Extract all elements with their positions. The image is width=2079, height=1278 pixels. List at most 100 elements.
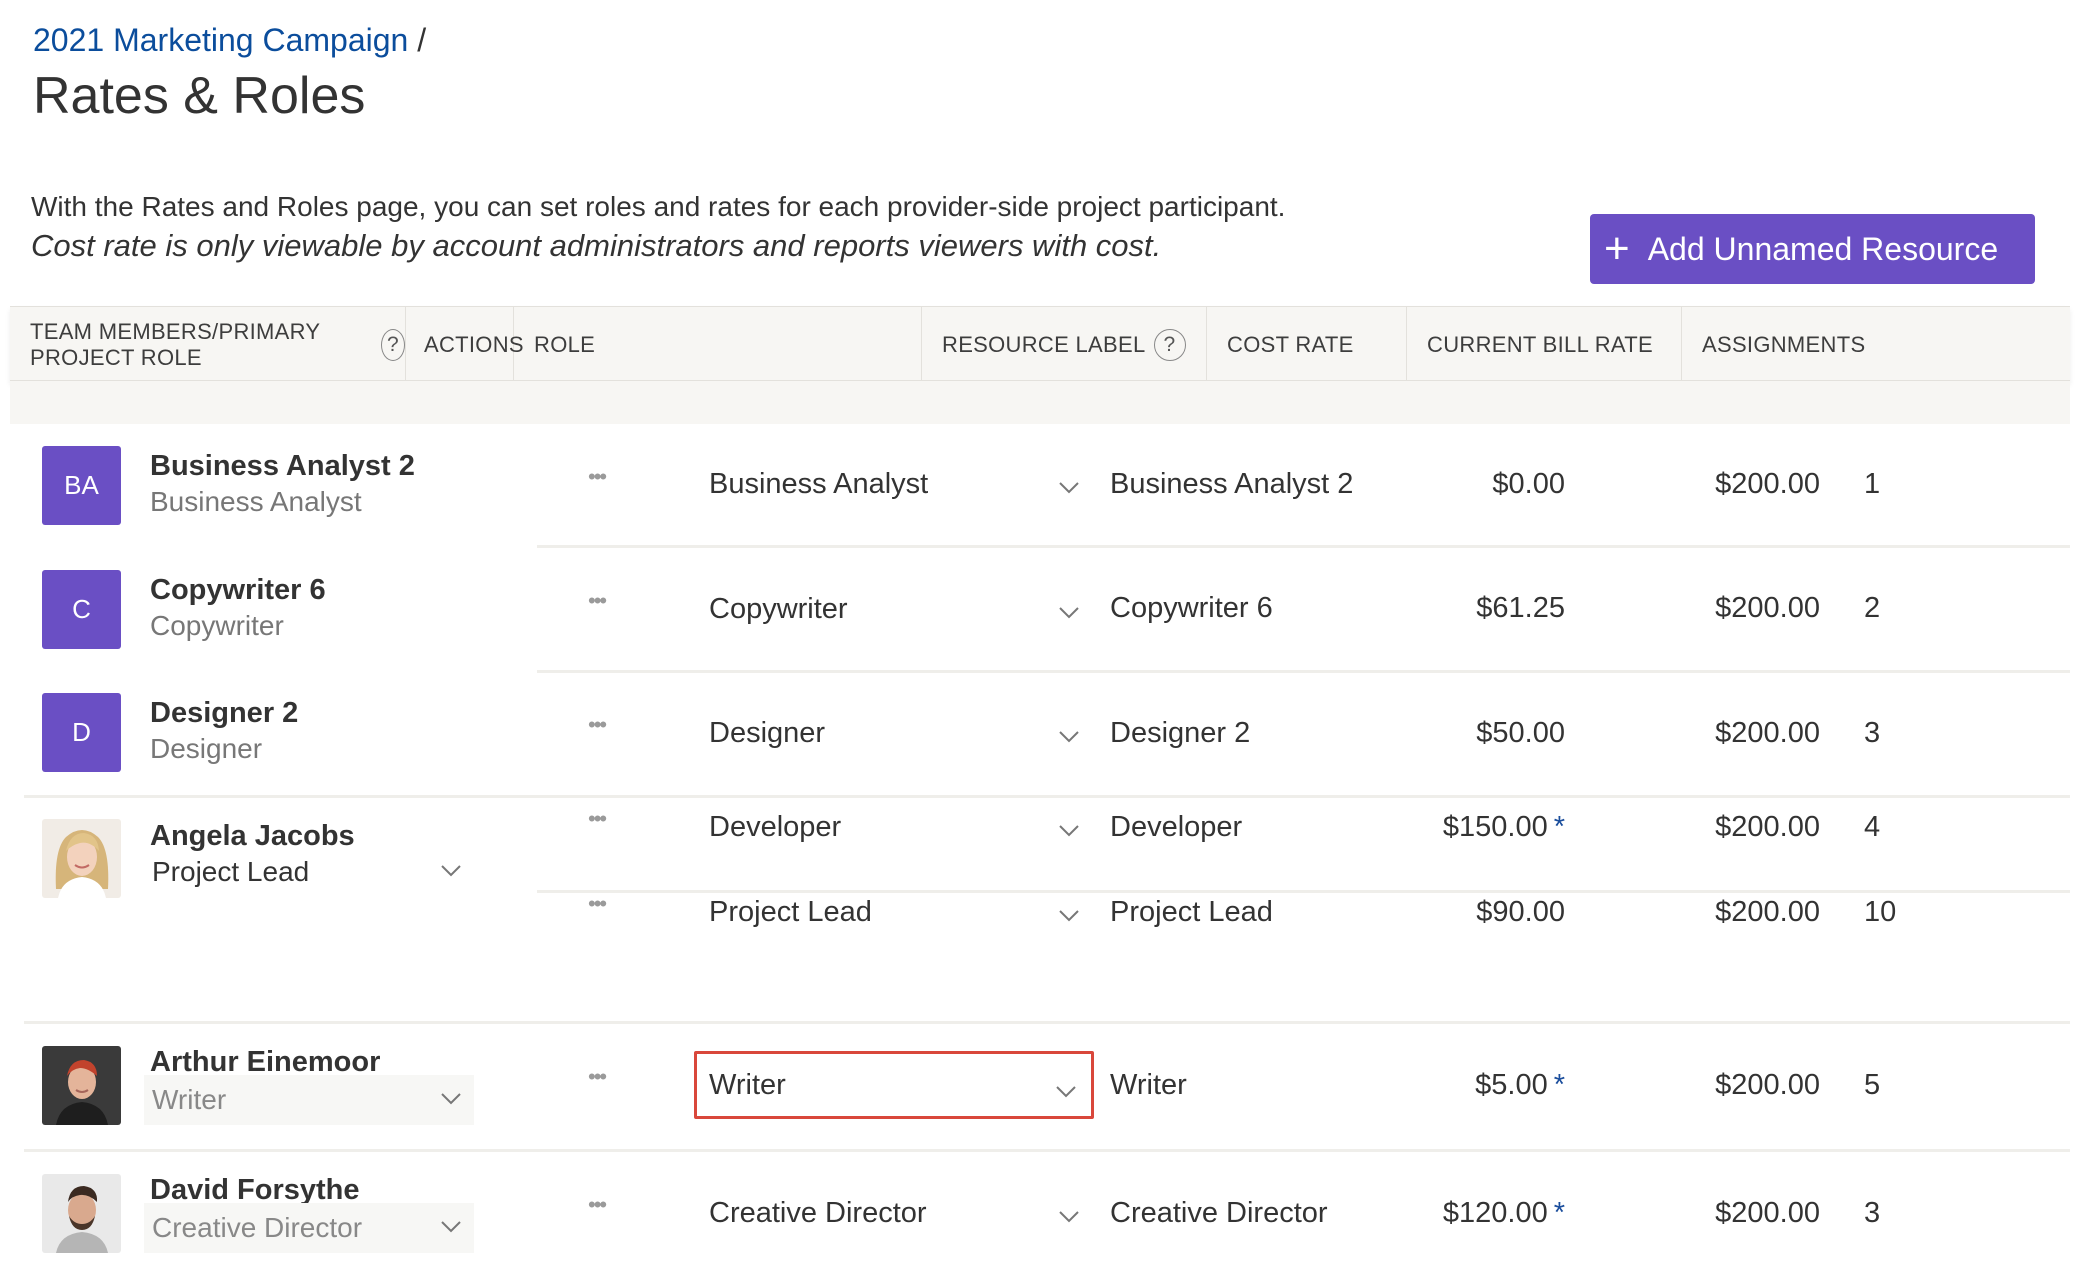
actions-menu-icon[interactable]: ••• — [588, 806, 607, 832]
chevron-down-icon — [1056, 1086, 1076, 1098]
avatar-photo-david — [42, 1174, 121, 1253]
assignments-count[interactable]: 2 — [1864, 592, 1880, 625]
cost-rate: $120.00 * — [1443, 1197, 1565, 1230]
column-team-members: TEAM MEMBERS/PRIMARY PROJECT ROLE ? — [10, 307, 406, 382]
actions-menu-icon[interactable]: ••• — [588, 588, 607, 614]
column-role-label: ROLE — [534, 331, 596, 357]
assignments-count[interactable]: 10 — [1864, 896, 1896, 929]
chevron-down-icon — [441, 1093, 461, 1105]
primary-role-value: Creative Director — [152, 1212, 363, 1243]
bill-rate: $200.00 — [1715, 811, 1820, 843]
cost-rate-value: $150.00 — [1442, 811, 1548, 843]
cost-rate: $50.00 — [1476, 717, 1565, 750]
role-select[interactable]: Designer — [694, 699, 1094, 767]
resource-label[interactable]: Project Lead — [1110, 896, 1273, 929]
primary-role-select[interactable]: Project Lead — [144, 847, 474, 897]
column-resource-label-label: RESOURCE LABEL — [942, 331, 1146, 357]
role-select-value: Developer — [709, 810, 842, 843]
resource-label[interactable]: Developer — [1110, 811, 1242, 844]
row-divider — [537, 545, 2070, 548]
assignments-count[interactable]: 1 — [1864, 468, 1880, 501]
cost-rate-value: $61.25 — [1476, 592, 1565, 624]
primary-role-select[interactable]: Writer — [144, 1075, 474, 1125]
member-primary-role: Designer — [150, 733, 263, 764]
member-primary-role: Copywriter — [150, 610, 284, 641]
member-primary-role: Business Analyst — [150, 486, 362, 517]
resource-label[interactable]: Business Analyst 2 — [1110, 468, 1353, 501]
primary-role-select[interactable]: Creative Director — [144, 1203, 474, 1253]
role-select[interactable]: Developer — [694, 793, 1094, 861]
rates-table-body: BA Business Analyst 2 Business Analyst •… — [24, 424, 2070, 1278]
breadcrumb-link-project[interactable]: 2021 Marketing Campaign — [33, 22, 408, 58]
role-select-focused[interactable]: Writer — [694, 1051, 1094, 1119]
add-unnamed-resource-label: Add Unnamed Resource — [1647, 230, 1999, 267]
bill-rate: $200.00 — [1715, 1197, 1820, 1229]
chevron-down-icon — [441, 865, 461, 877]
avatar: BA — [42, 446, 121, 525]
avatar-photo-arthur — [42, 1046, 121, 1125]
cost-rate-value: $5.00 — [1475, 1069, 1548, 1101]
resource-label[interactable]: Copywriter 6 — [1110, 592, 1273, 625]
actions-menu-icon[interactable]: ••• — [588, 1192, 607, 1218]
column-bill-rate-label: CURRENT BILL RATE — [1427, 331, 1653, 357]
person-photo-icon — [42, 819, 121, 898]
actions-menu-icon[interactable]: ••• — [588, 1064, 607, 1090]
header-band — [10, 381, 2070, 424]
column-team-members-label: TEAM MEMBERS/PRIMARY PROJECT ROLE — [30, 318, 321, 370]
cost-rate-value: $90.00 — [1476, 896, 1565, 928]
resource-label[interactable]: Creative Director — [1110, 1197, 1328, 1230]
column-cost-rate-label: COST RATE — [1227, 331, 1354, 357]
member-name: Copywriter 6 — [150, 574, 326, 606]
role-select-value: Writer — [709, 1068, 786, 1101]
column-current-bill-rate: CURRENT BILL RATE — [1407, 307, 1682, 382]
assignments-count[interactable]: 5 — [1864, 1069, 1880, 1102]
help-icon[interactable]: ? — [1153, 328, 1186, 361]
cost-rate: $0.00 — [1492, 468, 1565, 501]
resource-label[interactable]: Writer — [1110, 1069, 1187, 1102]
chevron-down-icon — [441, 1221, 461, 1233]
table-header: TEAM MEMBERS/PRIMARY PROJECT ROLE ? ACTI… — [10, 306, 2070, 382]
actions-menu-icon[interactable]: ••• — [588, 464, 607, 490]
chevron-down-icon — [1059, 607, 1079, 619]
avatar: D — [42, 693, 121, 772]
bill-rate: $200.00 — [1715, 468, 1820, 500]
person-photo-icon — [42, 1174, 121, 1253]
column-cost-rate: COST RATE — [1207, 307, 1407, 382]
bill-rate: $200.00 — [1715, 896, 1820, 928]
role-select[interactable]: Copywriter — [694, 575, 1094, 643]
column-resource-label: RESOURCE LABEL ? — [922, 307, 1207, 382]
cost-rate-value: $120.00 — [1442, 1197, 1548, 1229]
role-select-value: Project Lead — [709, 895, 872, 928]
chevron-down-icon — [1059, 731, 1079, 743]
role-select[interactable]: Project Lead — [694, 878, 1094, 946]
breadcrumb: 2021 Marketing Campaign / — [33, 20, 426, 60]
assignments-count[interactable]: 3 — [1864, 1197, 1880, 1230]
page-title: Rates & Roles — [33, 67, 366, 125]
cost-rate: $5.00 * — [1475, 1069, 1565, 1102]
custom-rate-star: * — [1553, 1069, 1565, 1101]
assignments-count[interactable]: 3 — [1864, 717, 1880, 750]
cost-rate-value: $0.00 — [1492, 468, 1565, 500]
member-divider — [24, 1021, 2070, 1024]
actions-menu-icon[interactable]: ••• — [588, 712, 607, 738]
primary-role-value: Project Lead — [152, 856, 310, 887]
add-unnamed-resource-button[interactable]: + Add Unnamed Resource — [1590, 214, 2035, 284]
primary-role-value: Writer — [152, 1084, 227, 1115]
actions-menu-icon[interactable]: ••• — [588, 891, 607, 917]
member-divider — [24, 1149, 2070, 1152]
cost-rate-value: $50.00 — [1476, 717, 1565, 749]
column-assignments: ASSIGNMENTS — [1682, 307, 2070, 382]
row-divider — [537, 670, 2070, 673]
column-actions: ACTIONS — [406, 307, 524, 382]
column-assignments-label: ASSIGNMENTS — [1702, 331, 1866, 357]
role-select[interactable]: Business Analyst — [694, 450, 1094, 518]
chevron-down-icon — [1059, 910, 1079, 922]
help-icon[interactable]: ? — [381, 328, 405, 361]
role-select[interactable]: Creative Director — [694, 1179, 1094, 1247]
page-description: With the Rates and Roles page, you can s… — [31, 188, 1285, 266]
resource-label[interactable]: Designer 2 — [1110, 717, 1250, 750]
assignments-count[interactable]: 4 — [1864, 811, 1880, 844]
member-name: Designer 2 — [150, 697, 299, 729]
avatar: C — [42, 570, 121, 649]
role-select-value: Creative Director — [709, 1196, 927, 1229]
